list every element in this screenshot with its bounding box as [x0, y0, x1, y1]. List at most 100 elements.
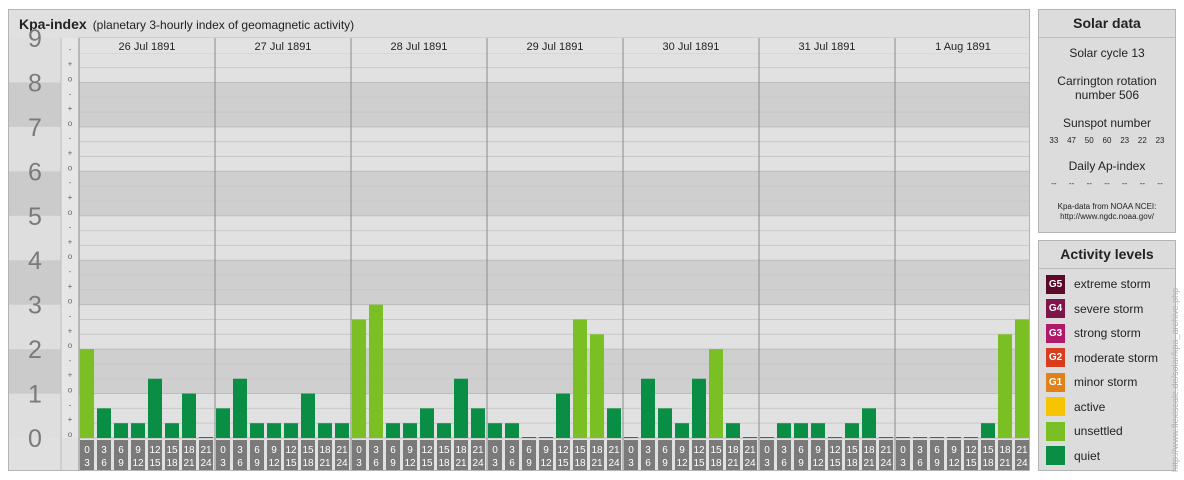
- y-tick-label: 2: [28, 336, 42, 364]
- interval-start-label: 18: [591, 445, 603, 456]
- minor-tick-label: +: [68, 149, 73, 158]
- activity-level-swatch: G3: [1046, 323, 1065, 343]
- kpa-bar: [879, 437, 893, 438]
- interval-start-label: 15: [574, 445, 586, 456]
- interval-end-label: 9: [390, 458, 396, 469]
- interval-end-label: 24: [744, 458, 756, 469]
- interval-end-label: 18: [710, 458, 722, 469]
- minor-tick-label: o: [68, 74, 73, 83]
- interval-end-label: 6: [509, 458, 515, 469]
- ap-value: --: [1122, 179, 1128, 188]
- kpa-bar: [80, 349, 94, 438]
- kpa-bar: [981, 423, 995, 438]
- interval-start-label: 18: [455, 445, 467, 456]
- activity-level-label: moderate storm: [1074, 350, 1159, 365]
- kpa-bar: [369, 304, 383, 438]
- kpa-bar: [998, 334, 1012, 438]
- kpa-bar: [488, 423, 502, 438]
- interval-end-label: 21: [455, 458, 467, 469]
- ap-value: --: [1086, 179, 1092, 188]
- interval-end-label: 3: [900, 458, 906, 469]
- sunspot-label: Sunspot number: [1062, 116, 1152, 130]
- solar-data-title: Solar data: [1039, 10, 1175, 38]
- interval-end-label: 15: [149, 458, 161, 469]
- y-tick-label: 4: [28, 247, 42, 275]
- interval-end-label: 12: [812, 458, 824, 469]
- interval-start-label: 3: [645, 445, 651, 456]
- interval-start-label: 6: [798, 445, 804, 456]
- interval-start-label: 9: [679, 445, 685, 456]
- interval-end-label: 18: [982, 458, 994, 469]
- interval-start-label: 21: [744, 445, 756, 456]
- interval-start-label: 6: [390, 445, 396, 456]
- minor-tick-label: +: [68, 237, 73, 246]
- day-label: 28 Jul 1891: [391, 41, 448, 53]
- interval-end-label: 18: [302, 458, 314, 469]
- kpa-bar: [862, 408, 876, 438]
- interval-start-label: 18: [727, 445, 739, 456]
- interval-end-label: 21: [727, 458, 739, 469]
- activity-level-item: G1 minor storm: [1046, 372, 1137, 392]
- interval-start-label: 15: [982, 445, 994, 456]
- kpa-bar: [386, 423, 400, 438]
- kpa-bar: [437, 423, 451, 438]
- kpa-bar: [267, 423, 281, 438]
- kpa-bar: [318, 423, 332, 438]
- carrington-label: Carrington rotation: [1057, 74, 1157, 88]
- interval-end-label: 12: [132, 458, 144, 469]
- kpa-bar: [675, 423, 689, 438]
- interval-end-label: 15: [829, 458, 841, 469]
- interval-start-label: 0: [220, 445, 226, 456]
- interval-end-label: 18: [438, 458, 450, 469]
- interval-end-label: 9: [254, 458, 260, 469]
- interval-start-label: 6: [526, 445, 532, 456]
- interval-end-label: 15: [557, 458, 569, 469]
- interval-end-label: 21: [863, 458, 875, 469]
- kpa-bar: [335, 423, 349, 438]
- interval-start-label: 3: [373, 445, 379, 456]
- minor-tick-label: +: [68, 193, 73, 202]
- activity-level-label: strong storm: [1074, 326, 1141, 340]
- ap-value: --: [1068, 179, 1075, 188]
- interval-start-label: 12: [829, 445, 841, 456]
- interval-start-label: 15: [166, 445, 178, 456]
- sunspot-values: 33 47 50 60 23 22 23: [1039, 136, 1175, 145]
- solar-cycle: Solar cycle 13: [1069, 46, 1145, 60]
- interval-start-label: 0: [492, 445, 498, 456]
- kpa-bar: [624, 437, 638, 438]
- interval-end-label: 15: [285, 458, 297, 469]
- sunspot-value: 23: [1155, 136, 1165, 145]
- interval-end-label: 15: [693, 458, 705, 469]
- interval-start-label: 9: [271, 445, 277, 456]
- kpa-bar: [114, 423, 128, 438]
- y-tick-label: 1: [28, 381, 42, 409]
- day-label: 30 Jul 1891: [663, 41, 720, 53]
- kpa-bar: [250, 423, 264, 438]
- kpa-bar: [233, 378, 247, 438]
- interval-start-label: 0: [900, 445, 906, 456]
- kpa-bar: [148, 378, 162, 438]
- sunspot-value: 22: [1137, 136, 1147, 145]
- interval-start-label: 9: [951, 445, 957, 456]
- y-tick-label: 8: [28, 69, 42, 97]
- source-line-1: Kpa-data from NOAA NCEI:: [1057, 202, 1157, 211]
- carrington-number: number 506: [1074, 88, 1140, 102]
- interval-start-label: 12: [557, 445, 569, 456]
- interval-start-label: 15: [846, 445, 858, 456]
- interval-start-label: 18: [999, 445, 1011, 456]
- kpa-bar: [913, 437, 927, 438]
- interval-end-label: 9: [934, 458, 940, 469]
- level-band: [79, 215, 1029, 261]
- sunspot-value: 23: [1120, 136, 1130, 145]
- activity-level-item: active: [1046, 397, 1105, 417]
- interval-end-label: 3: [492, 458, 498, 469]
- minor-tick-label: o: [68, 208, 73, 217]
- minor-tick-label: o: [68, 252, 73, 261]
- interval-start-label: 21: [608, 445, 620, 456]
- ap-index-values: -- -- -- -- -- -- --: [1039, 179, 1175, 188]
- interval-end-label: 3: [764, 458, 770, 469]
- interval-start-label: 18: [863, 445, 875, 456]
- ap-value: --: [1157, 179, 1163, 188]
- interval-start-label: 6: [662, 445, 668, 456]
- minor-tick-label: o: [68, 341, 73, 350]
